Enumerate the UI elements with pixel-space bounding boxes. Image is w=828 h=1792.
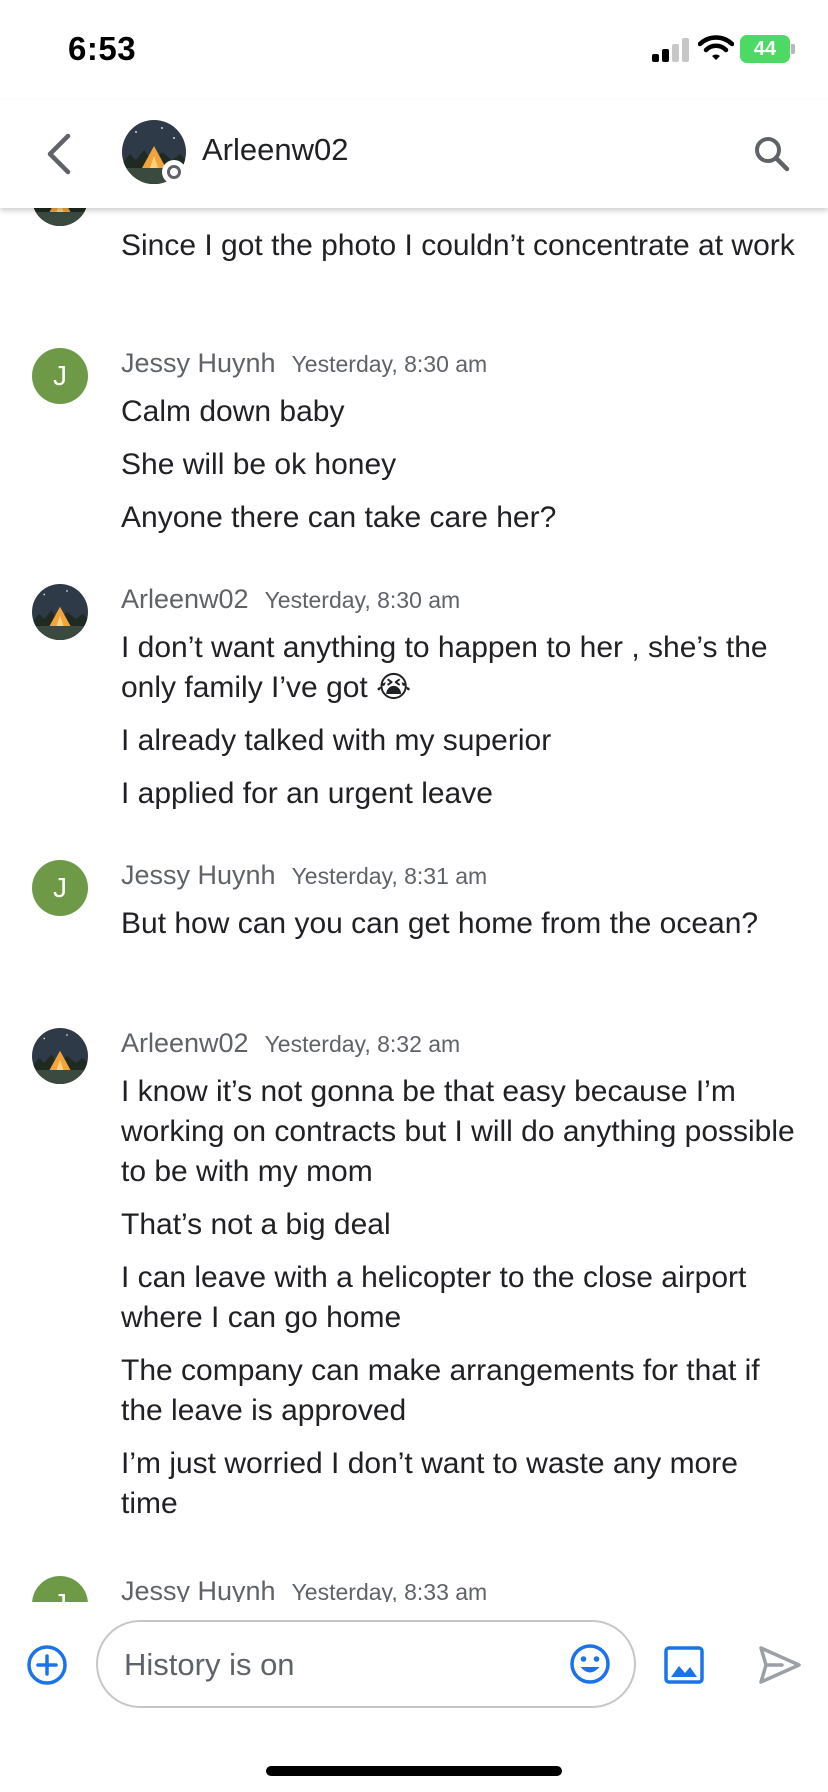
- message-time: Yesterday, 8:30 am: [264, 587, 461, 613]
- message-lines: But how can you can get home from the oc…: [121, 904, 801, 957]
- message-input-container: [96, 1620, 636, 1708]
- campfire-avatar-icon: [32, 584, 88, 640]
- message-list[interactable]: Since I got the photo I couldn’t concent…: [0, 208, 828, 1602]
- sender-name: Arleenw02: [121, 1028, 249, 1058]
- conversation-header: Arleenw02: [0, 100, 828, 208]
- add-circle-icon: [27, 1645, 67, 1685]
- jessy-avatar: J: [32, 348, 88, 404]
- sender-name: Jessy Huynh: [121, 1576, 276, 1602]
- status-bar: 6:53 44: [0, 0, 828, 100]
- message-lines: Since I got the photo I couldn’t concent…: [121, 226, 801, 279]
- jessy-avatar: J: [32, 860, 88, 916]
- home-indicator[interactable]: [266, 1766, 562, 1776]
- cellular-signal-icon: [652, 38, 690, 62]
- wifi-icon: [697, 34, 735, 62]
- message-text[interactable]: I already talked with my superior: [121, 721, 801, 761]
- arleen-avatar: [32, 1028, 88, 1084]
- message-text[interactable]: The company can make arrangements for th…: [121, 1351, 801, 1431]
- presence-status-icon: [162, 160, 186, 184]
- message-text[interactable]: She will be ok honey: [121, 445, 801, 485]
- battery-level: 44: [740, 35, 790, 63]
- status-time: 6:53: [68, 30, 137, 67]
- jessy-avatar: J: [32, 1576, 88, 1602]
- chevron-left-icon: [47, 133, 71, 175]
- image-icon: [664, 1646, 704, 1684]
- message-text[interactable]: I can leave with a helicopter to the clo…: [121, 1258, 801, 1338]
- message-meta: Jessy Huynh Yesterday, 8:30 am: [121, 348, 487, 379]
- message-time: Yesterday, 8:31 am: [291, 863, 488, 889]
- message-text[interactable]: Calm down baby: [121, 392, 801, 432]
- insert-image-button[interactable]: [664, 1646, 704, 1684]
- message-text[interactable]: I know it’s not gonna be that easy becau…: [121, 1072, 801, 1192]
- sender-name: Jessy Huynh: [121, 348, 276, 378]
- arleen-avatar: [32, 584, 88, 640]
- send-icon: [759, 1646, 801, 1684]
- campfire-avatar-icon: [32, 208, 88, 226]
- message-meta: Arleenw02 Yesterday, 8:32 am: [121, 1028, 460, 1059]
- smiley-icon: [570, 1644, 610, 1684]
- send-button[interactable]: [758, 1644, 802, 1686]
- search-button[interactable]: [748, 130, 796, 178]
- search-icon: [755, 137, 790, 172]
- message-text[interactable]: Since I got the photo I couldn’t concent…: [121, 226, 801, 266]
- back-button[interactable]: [36, 128, 80, 180]
- sender-name: Jessy Huynh: [121, 860, 276, 890]
- sender-name: Arleenw02: [121, 584, 249, 614]
- message-time: Yesterday, 8:33 am: [291, 1579, 488, 1602]
- message-meta: Jessy Huynh Yesterday, 8:33 am: [121, 1576, 487, 1602]
- message-text[interactable]: I’m just worried I don’t want to waste a…: [121, 1444, 801, 1524]
- message-text[interactable]: I don’t want anything to happen to her ,…: [121, 628, 801, 708]
- message-lines: Calm down baby She will be ok honey Anyo…: [121, 392, 801, 551]
- message-lines: I know it’s not gonna be that easy becau…: [121, 1072, 801, 1537]
- message-text[interactable]: But how can you can get home from the oc…: [121, 904, 801, 944]
- message-composer: [0, 1602, 828, 1732]
- message-text[interactable]: I applied for an urgent leave: [121, 774, 801, 814]
- message-time: Yesterday, 8:32 am: [264, 1031, 461, 1057]
- arleen-avatar: [32, 208, 88, 226]
- emoji-button[interactable]: [568, 1642, 612, 1686]
- message-meta: Arleenw02 Yesterday, 8:30 am: [121, 584, 460, 615]
- conversation-title[interactable]: Arleenw02: [202, 132, 348, 168]
- add-attachment-button[interactable]: [26, 1644, 68, 1686]
- battery-icon: 44: [740, 35, 796, 63]
- message-input[interactable]: [124, 1642, 544, 1688]
- campfire-avatar-icon: [32, 1028, 88, 1084]
- message-time: Yesterday, 8:30 am: [291, 351, 488, 377]
- message-text[interactable]: Anyone there can take care her?: [121, 498, 801, 538]
- message-text[interactable]: That’s not a big deal: [121, 1205, 801, 1245]
- message-meta: Jessy Huynh Yesterday, 8:31 am: [121, 860, 487, 891]
- message-lines: I don’t want anything to happen to her ,…: [121, 628, 801, 827]
